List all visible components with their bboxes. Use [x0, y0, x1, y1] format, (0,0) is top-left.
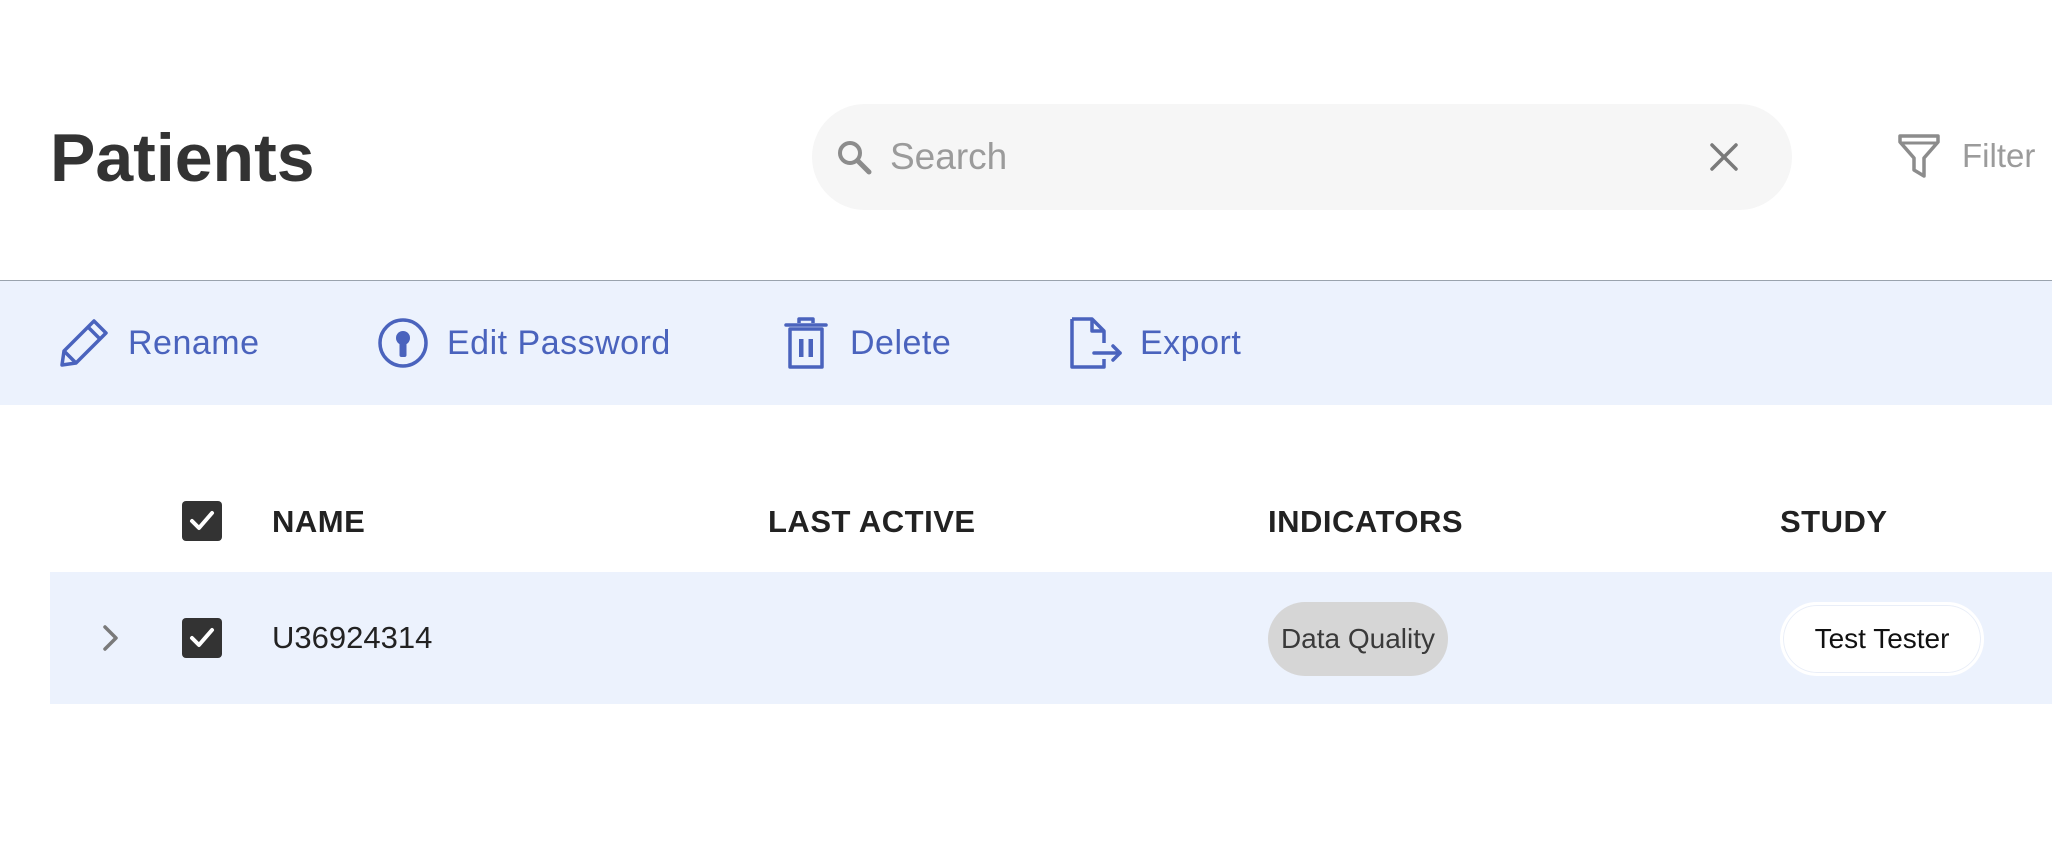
- indicator-badge: Data Quality: [1268, 602, 1448, 676]
- rename-label: Rename: [128, 323, 260, 362]
- search-icon: [838, 141, 872, 175]
- search-bar[interactable]: [812, 104, 1792, 210]
- edit-password-label: Edit Password: [447, 323, 671, 362]
- action-toolbar: Rename Edit Password Delete Export: [0, 281, 2052, 405]
- funnel-icon: [1898, 134, 1940, 178]
- select-all-checkbox[interactable]: [182, 501, 222, 541]
- patients-page: Patients Filter Rename: [0, 0, 2052, 850]
- export-button[interactable]: Export: [1068, 317, 1241, 369]
- column-header-name[interactable]: NAME: [272, 502, 365, 542]
- column-header-study[interactable]: STUDY: [1780, 502, 1888, 542]
- patient-name-cell: U36924314: [272, 620, 433, 655]
- delete-label: Delete: [850, 323, 952, 362]
- study-tag[interactable]: Test Tester: [1780, 602, 1984, 676]
- row-checkbox[interactable]: [182, 618, 222, 658]
- filter-label: Filter: [1962, 137, 2036, 174]
- checkmark-icon: [190, 511, 214, 530]
- delete-button[interactable]: Delete: [778, 317, 951, 369]
- search-input[interactable]: [890, 122, 1670, 192]
- table-row[interactable]: U36924314 Data Quality Test Tester: [50, 572, 2052, 704]
- close-icon[interactable]: [1708, 141, 1740, 173]
- rename-button[interactable]: Rename: [56, 317, 260, 369]
- file-export-icon: [1070, 317, 1122, 369]
- checkmark-icon: [190, 628, 214, 647]
- column-header-indicators[interactable]: INDICATORS: [1268, 502, 1463, 542]
- pencil-icon: [60, 319, 108, 367]
- chevron-right-icon[interactable]: [90, 618, 130, 658]
- keyhole-icon: [378, 318, 428, 368]
- edit-password-button[interactable]: Edit Password: [375, 317, 671, 369]
- export-label: Export: [1140, 323, 1242, 362]
- trash-icon: [784, 317, 828, 369]
- column-header-last-active[interactable]: LAST ACTIVE: [768, 502, 976, 542]
- page-title: Patients: [50, 120, 315, 196]
- filter-button[interactable]: Filter: [1896, 128, 2035, 184]
